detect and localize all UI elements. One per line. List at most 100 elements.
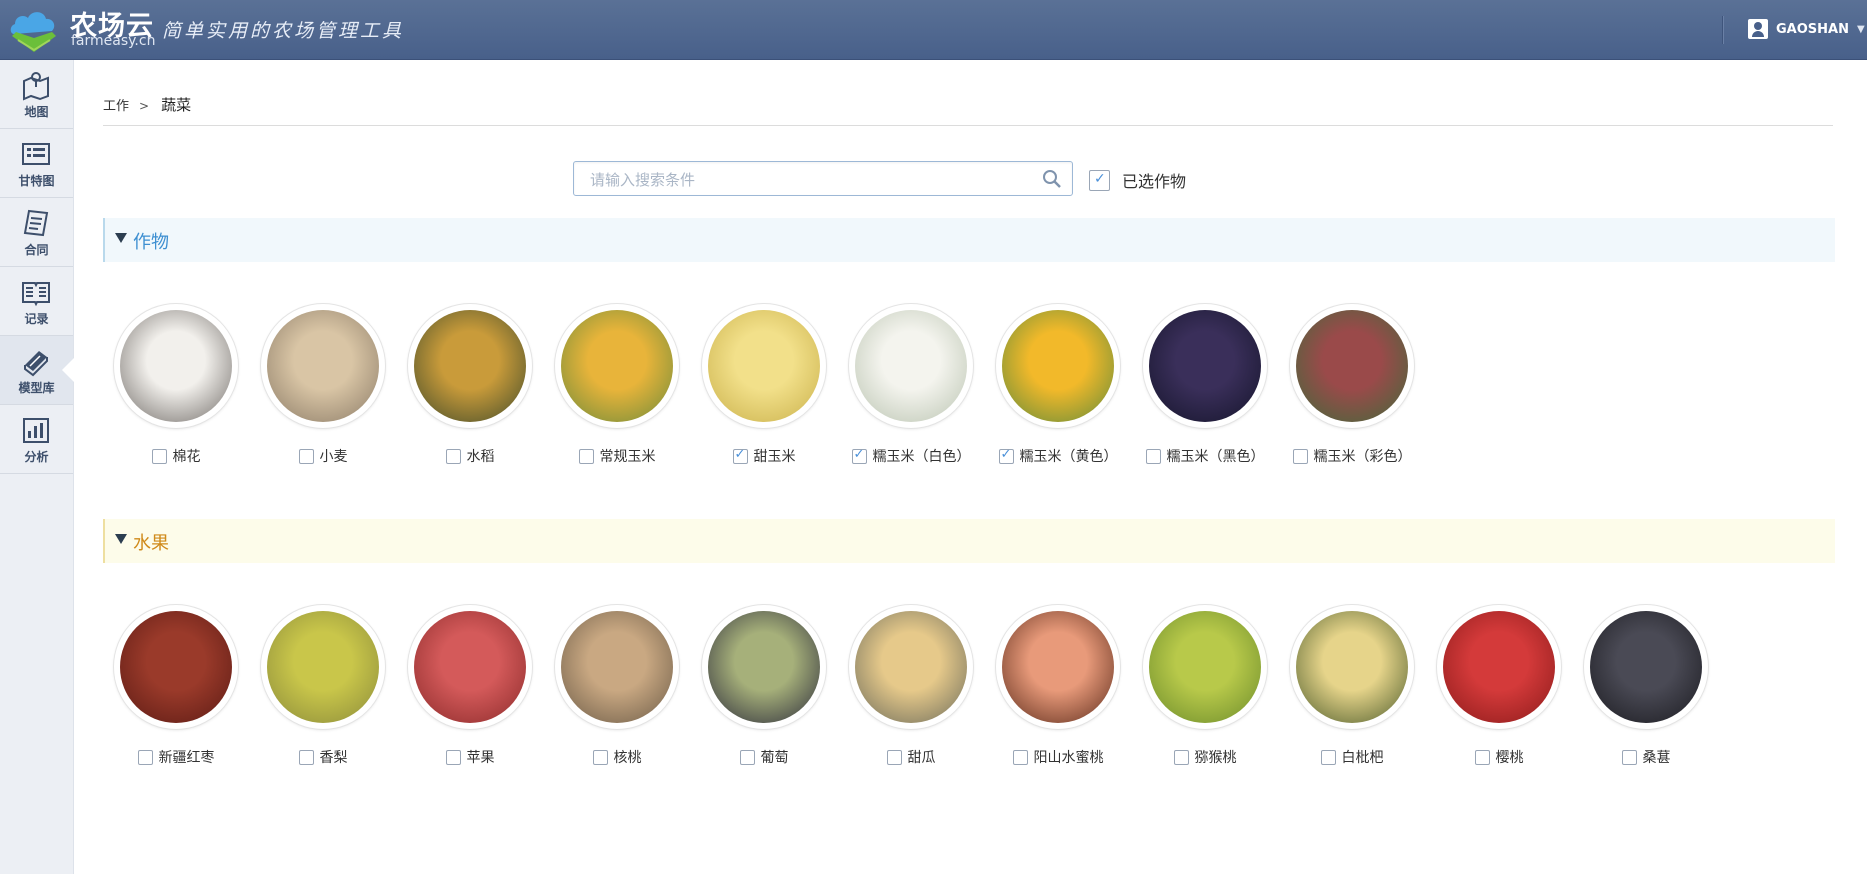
crop-image bbox=[120, 310, 232, 422]
crop-thumbnail[interactable] bbox=[555, 304, 679, 428]
crop-checkbox[interactable] bbox=[1145, 448, 1161, 464]
record-icon bbox=[22, 282, 50, 307]
fruit-image bbox=[1443, 611, 1555, 723]
fruit-label: 樱桃 bbox=[1495, 750, 1524, 766]
fruit-image bbox=[267, 611, 379, 723]
analysis-icon bbox=[23, 418, 49, 443]
crop-checkbox[interactable] bbox=[151, 448, 167, 464]
fruit-caption: 樱桃 bbox=[1435, 747, 1563, 767]
crop-caption: 糯玉米（白色） bbox=[847, 446, 975, 466]
fruit-thumbnail[interactable] bbox=[1584, 605, 1708, 729]
fruit-checkbox[interactable] bbox=[445, 749, 461, 765]
crop-thumbnail[interactable] bbox=[114, 304, 238, 428]
fruit-checkbox[interactable] bbox=[739, 749, 755, 765]
crop-image bbox=[708, 310, 820, 422]
app-slogan: 简单实用的农场管理工具 bbox=[162, 20, 405, 42]
crop-label: 糯玉米（黄色） bbox=[1019, 449, 1118, 465]
fruit-thumbnail[interactable] bbox=[114, 605, 238, 729]
fruit-checkbox[interactable] bbox=[886, 749, 902, 765]
fruit-label: 甜瓜 bbox=[907, 750, 936, 766]
fruit-checkbox[interactable] bbox=[1173, 749, 1189, 765]
crop-thumbnail[interactable] bbox=[1290, 304, 1414, 428]
fruit-image bbox=[1590, 611, 1702, 723]
fruit-thumbnail[interactable] bbox=[996, 605, 1120, 729]
breadcrumb-separator: > bbox=[139, 99, 150, 113]
crop-thumbnail[interactable] bbox=[996, 304, 1120, 428]
app-header: 农场云 farmeasy.cn 简单实用的农场管理工具 GAOSHAN ▼ bbox=[0, 0, 1867, 60]
crop-label: 甜玉米 bbox=[753, 449, 796, 465]
section-header-crops[interactable]: 作物 bbox=[103, 218, 1835, 262]
sidebar-item-gantt[interactable]: 甘特图 bbox=[0, 129, 73, 198]
selected-crops-checkbox[interactable] bbox=[1089, 169, 1110, 191]
crop-caption: 小麦 bbox=[259, 446, 387, 466]
sidebar-item-contract[interactable]: 合同 bbox=[0, 198, 73, 267]
fruit-thumbnail[interactable] bbox=[1143, 605, 1267, 729]
crop-label: 糯玉米（黑色） bbox=[1166, 449, 1265, 465]
fruit-thumbnail[interactable] bbox=[1437, 605, 1561, 729]
crop-image bbox=[1149, 310, 1261, 422]
section-header-fruits[interactable]: 水果 bbox=[103, 519, 1835, 563]
contract-icon bbox=[23, 209, 49, 237]
breadcrumb: 工作 > 蔬菜 bbox=[103, 94, 191, 115]
crop-label: 水稻 bbox=[466, 449, 495, 465]
sidebar-item-label: 记录 bbox=[24, 312, 49, 326]
crop-checkbox[interactable] bbox=[851, 447, 867, 464]
model-library-icon bbox=[24, 351, 48, 377]
fruit-image bbox=[708, 611, 820, 723]
fruit-checkbox[interactable] bbox=[137, 749, 153, 765]
crop-caption: 常规玉米 bbox=[553, 446, 681, 466]
crop-checkbox[interactable] bbox=[732, 447, 748, 464]
fruit-label: 苹果 bbox=[466, 750, 495, 766]
crop-thumbnail[interactable] bbox=[261, 304, 385, 428]
fruit-checkbox[interactable] bbox=[1320, 749, 1336, 765]
fruit-caption: 葡萄 bbox=[700, 747, 828, 767]
search-icon[interactable] bbox=[1042, 169, 1062, 189]
fruit-thumbnail[interactable] bbox=[408, 605, 532, 729]
sidebar-item-record[interactable]: 记录 bbox=[0, 267, 73, 336]
crop-caption: 水稻 bbox=[406, 446, 534, 466]
fruit-thumbnail[interactable] bbox=[555, 605, 679, 729]
fruit-image bbox=[1149, 611, 1261, 723]
sidebar-item-model-library[interactable]: 模型库 bbox=[0, 336, 74, 405]
fruit-caption: 苹果 bbox=[406, 747, 534, 767]
collapse-triangle-icon bbox=[115, 233, 127, 243]
crop-thumbnail[interactable] bbox=[1143, 304, 1267, 428]
fruit-thumbnail[interactable] bbox=[849, 605, 973, 729]
fruit-label: 葡萄 bbox=[760, 750, 789, 766]
sidebar-item-map[interactable]: 地图 bbox=[0, 60, 73, 129]
crop-checkbox[interactable] bbox=[445, 448, 461, 464]
fruit-image bbox=[120, 611, 232, 723]
crop-checkbox[interactable] bbox=[578, 448, 594, 464]
fruit-label: 阳山水蜜桃 bbox=[1033, 750, 1104, 766]
sidebar-item-label: 分析 bbox=[24, 450, 49, 464]
fruit-checkbox[interactable] bbox=[1012, 749, 1028, 765]
crop-checkbox[interactable] bbox=[298, 448, 314, 464]
crop-checkbox[interactable] bbox=[998, 447, 1014, 464]
crop-image bbox=[267, 310, 379, 422]
crop-label: 糯玉米（彩色） bbox=[1313, 449, 1412, 465]
fruit-checkbox[interactable] bbox=[298, 749, 314, 765]
user-menu[interactable]: GAOSHAN ▼ bbox=[1748, 19, 1865, 39]
search-input[interactable] bbox=[588, 162, 1032, 197]
fruit-checkbox[interactable] bbox=[592, 749, 608, 765]
crop-checkbox[interactable] bbox=[1292, 448, 1308, 464]
breadcrumb-root[interactable]: 工作 bbox=[103, 95, 129, 114]
section-title: 作物 bbox=[133, 232, 169, 253]
cloud-logo-icon[interactable] bbox=[8, 4, 60, 54]
fruit-caption: 桑葚 bbox=[1582, 747, 1710, 767]
fruit-thumbnail[interactable] bbox=[702, 605, 826, 729]
fruit-checkbox[interactable] bbox=[1621, 749, 1637, 765]
selected-crops-label: 已选作物 bbox=[1122, 172, 1187, 191]
fruit-checkbox[interactable] bbox=[1474, 749, 1490, 765]
fruit-thumbnail[interactable] bbox=[1290, 605, 1414, 729]
selected-crops-filter[interactable]: 已选作物 bbox=[1089, 168, 1186, 192]
crop-label: 小麦 bbox=[319, 449, 348, 465]
crop-thumbnail[interactable] bbox=[408, 304, 532, 428]
crop-thumbnail[interactable] bbox=[702, 304, 826, 428]
sidebar-item-label: 地图 bbox=[24, 105, 49, 119]
fruit-thumbnail[interactable] bbox=[261, 605, 385, 729]
chevron-down-icon: ▼ bbox=[1856, 23, 1865, 35]
sidebar-item-analysis[interactable]: 分析 bbox=[0, 405, 73, 474]
sidebar-item-label: 合同 bbox=[24, 243, 49, 257]
crop-thumbnail[interactable] bbox=[849, 304, 973, 428]
